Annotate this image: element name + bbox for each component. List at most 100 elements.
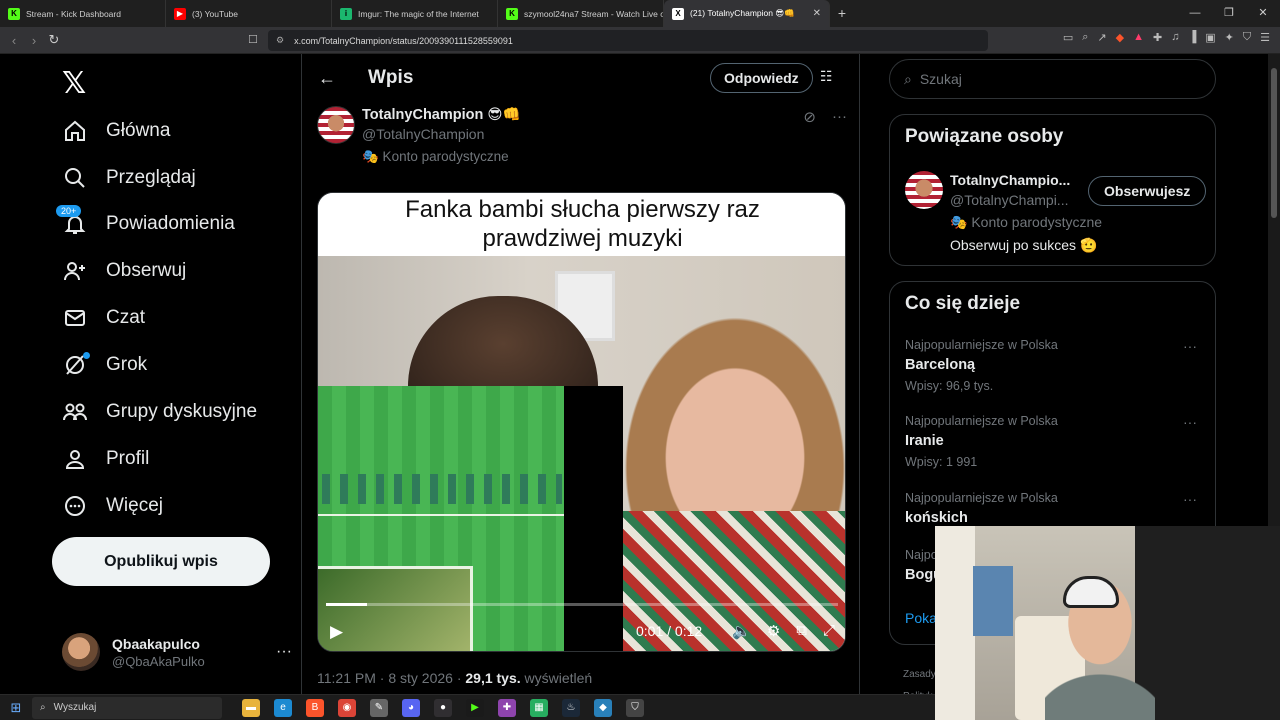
edge-icon[interactable]: e — [274, 698, 292, 717]
tab-label: (3) YouTube — [192, 8, 238, 19]
address-bar[interactable]: ⚙ x.com/TotalnyChampion/status/200939011… — [268, 30, 988, 51]
browser-tab-kick[interactable]: K Stream - Kick Dashboard — [0, 0, 166, 27]
nav-item-explore[interactable]: Przeglądaj — [62, 158, 196, 198]
cast-icon[interactable]: ▭ — [1063, 31, 1073, 44]
author-handle[interactable]: @TotalnyChampion — [362, 126, 484, 142]
nav-item-home[interactable]: Główna — [62, 111, 170, 151]
more-dots-icon[interactable]: ··· — [1183, 414, 1197, 430]
related-name[interactable]: TotalnyChampio... — [950, 172, 1075, 188]
close-window-icon[interactable]: ✕ — [1246, 0, 1280, 27]
pip-icon[interactable]: ⧉ — [796, 622, 807, 640]
settings-gear-icon[interactable]: ⚙ — [767, 622, 780, 640]
nav-item-communities[interactable]: Grupy dyskusyjne — [62, 392, 257, 432]
obs-icon[interactable]: ● — [434, 698, 452, 717]
tab-label: Stream - Kick Dashboard — [26, 8, 121, 19]
brave-icon[interactable]: B — [306, 698, 324, 717]
trend-item[interactable]: Najpopularniejsze w Polska końskich ··· — [905, 491, 1205, 526]
related-handle[interactable]: @TotalnyChampi... — [950, 192, 1075, 208]
volume-icon[interactable]: 🔈 — [732, 622, 751, 640]
tweet-timestamp[interactable]: 11:21 PM · 8 sty 2026 · — [317, 670, 465, 686]
extensions-icon[interactable]: ✚ — [1153, 31, 1162, 44]
video-progress-bar[interactable] — [326, 603, 838, 606]
more-dots-icon[interactable]: ··· — [1183, 338, 1197, 354]
reply-button[interactable]: Odpowiedz — [710, 63, 813, 93]
trend-item[interactable]: Najpopularniejsze w Polska Barceloną Wpi… — [905, 338, 1205, 393]
browser-tabbar: K Stream - Kick Dashboard ▶ (3) YouTube iI… — [0, 0, 1280, 27]
trend-count: Wpisy: 96,9 tys. — [905, 379, 994, 393]
share-icon[interactable]: ↗ — [1097, 31, 1106, 44]
leo-icon[interactable]: ✦ — [1225, 31, 1234, 44]
video-player[interactable]: Fanka bambi słucha pierwszy raz prawdziw… — [317, 192, 846, 652]
wallet-icon[interactable]: ▣ — [1205, 31, 1215, 44]
x-logo-icon[interactable]: 𝕏 — [62, 66, 86, 101]
minimize-icon[interactable]: — — [1178, 0, 1212, 27]
kick-icon[interactable]: ▶ — [466, 698, 484, 717]
app-icon[interactable]: ⛉ — [626, 698, 644, 717]
nav-item-chat[interactable]: Czat — [62, 298, 145, 338]
back-arrow-icon[interactable]: ← — [318, 68, 338, 89]
nav-item-more[interactable]: Więcej — [62, 486, 163, 526]
webcam-overlay — [935, 526, 1280, 720]
account-switcher[interactable]: Qbaakapulco @QbaAkaPulko ··· — [62, 630, 292, 674]
browser-tab-youtube[interactable]: ▶ (3) YouTube — [166, 0, 332, 27]
taskbar-apps: ▬ e B ◉ ✎ ◕ ● ▶ ✚ ▦ ♨ ◆ ⛉ — [242, 698, 644, 717]
media-icon[interactable]: ♫ — [1171, 31, 1179, 44]
rewards-icon[interactable]: ▲ — [1133, 31, 1144, 44]
browser-tab-x-active[interactable]: X (21) TotalnyChampion 😎👊 ✕ — [664, 0, 830, 27]
file-explorer-icon[interactable]: ▬ — [242, 698, 260, 717]
sidebar-toggle-icon[interactable]: ▐ — [1188, 31, 1196, 44]
vpn-icon[interactable]: ⛉ — [1243, 31, 1251, 44]
more-dots-icon[interactable]: ··· — [832, 108, 847, 126]
more-dots-icon[interactable]: ··· — [1183, 491, 1197, 507]
trend-category: Najpopularniejsze w Polska — [905, 414, 1058, 428]
new-tab-button[interactable]: + — [830, 0, 854, 27]
discord-icon[interactable]: ◕ — [402, 698, 420, 717]
brave-shield-icon[interactable]: ◆ — [1116, 31, 1124, 44]
search-input[interactable]: ⌕ Szukaj — [889, 59, 1216, 99]
taskbar-search[interactable]: ⌕ Wyszukaj — [32, 696, 222, 719]
nav-item-notifications[interactable]: 20+ Powiadomienia — [56, 204, 235, 244]
nav-item-grok[interactable]: Grok — [62, 345, 147, 385]
close-tab-icon[interactable]: ✕ — [813, 8, 821, 19]
app-icon[interactable]: ◆ — [594, 698, 612, 717]
steam-icon[interactable]: ♨ — [562, 698, 580, 717]
forward-nav-icon[interactable]: › — [24, 33, 44, 48]
footer-link[interactable]: Zasady — [903, 664, 936, 686]
author-name[interactable]: TotalnyChampion 😎👊 — [362, 106, 521, 123]
toolbar-right-icons: ▭ ⌕ ↗ ◆ ▲ ✚ ♫ ▐ ▣ ✦ ⛉ ☰ — [1063, 31, 1270, 44]
fullscreen-icon[interactable]: ⤢ — [823, 622, 835, 640]
trend-category: Najpopularniejsze w Polska — [905, 491, 1058, 505]
grok-icon[interactable]: ⊘ — [803, 108, 816, 126]
show-more-link[interactable]: Poka — [905, 610, 937, 626]
zoom-icon[interactable]: ⌕ — [1082, 31, 1088, 44]
play-icon[interactable]: ▶ — [330, 622, 343, 642]
bookmark-icon[interactable]: ☐ — [248, 33, 258, 46]
author-avatar[interactable] — [317, 106, 355, 144]
nav-label: Obserwuj — [106, 260, 187, 281]
video-progress-fill — [326, 603, 367, 606]
chrome-icon[interactable]: ◉ — [338, 698, 356, 717]
notepad-icon[interactable]: ✎ — [370, 698, 388, 717]
browser-tab-imgur[interactable]: i Imgur: The magic of the Internet — [332, 0, 498, 27]
menu-icon[interactable]: ☰ — [1260, 31, 1270, 44]
restore-icon[interactable]: ❐ — [1212, 0, 1246, 27]
sliders-icon[interactable]: ☷ — [820, 68, 833, 85]
trend-item[interactable]: Najpopularniejsze w Polska Iranie Wpisy:… — [905, 414, 1205, 469]
nav-item-profile[interactable]: Profil — [62, 439, 149, 479]
webcam-window — [935, 526, 975, 720]
pitch-line — [318, 514, 564, 516]
nav-item-follow[interactable]: Obserwuj — [62, 251, 186, 291]
app-icon[interactable]: ▦ — [530, 698, 548, 717]
more-dots-icon[interactable]: ··· — [276, 643, 292, 661]
post-button[interactable]: Opublikuj wpis — [52, 537, 270, 586]
back-nav-icon[interactable]: ‹ — [4, 33, 24, 48]
browser-tab-kick-stream[interactable]: Kszymool24na7 Stream - Watch Live o — [498, 0, 664, 27]
avatar[interactable] — [905, 171, 943, 209]
trend-name: Barceloną — [905, 357, 976, 373]
reload-icon[interactable]: ↻ — [44, 32, 64, 48]
app-icon[interactable]: ✚ — [498, 698, 516, 717]
scrollbar-thumb[interactable] — [1271, 68, 1277, 218]
windows-start-icon[interactable]: ⊞ — [0, 700, 32, 716]
following-button[interactable]: Obserwujesz — [1088, 176, 1207, 206]
site-info-icon[interactable]: ⚙ — [276, 35, 284, 46]
